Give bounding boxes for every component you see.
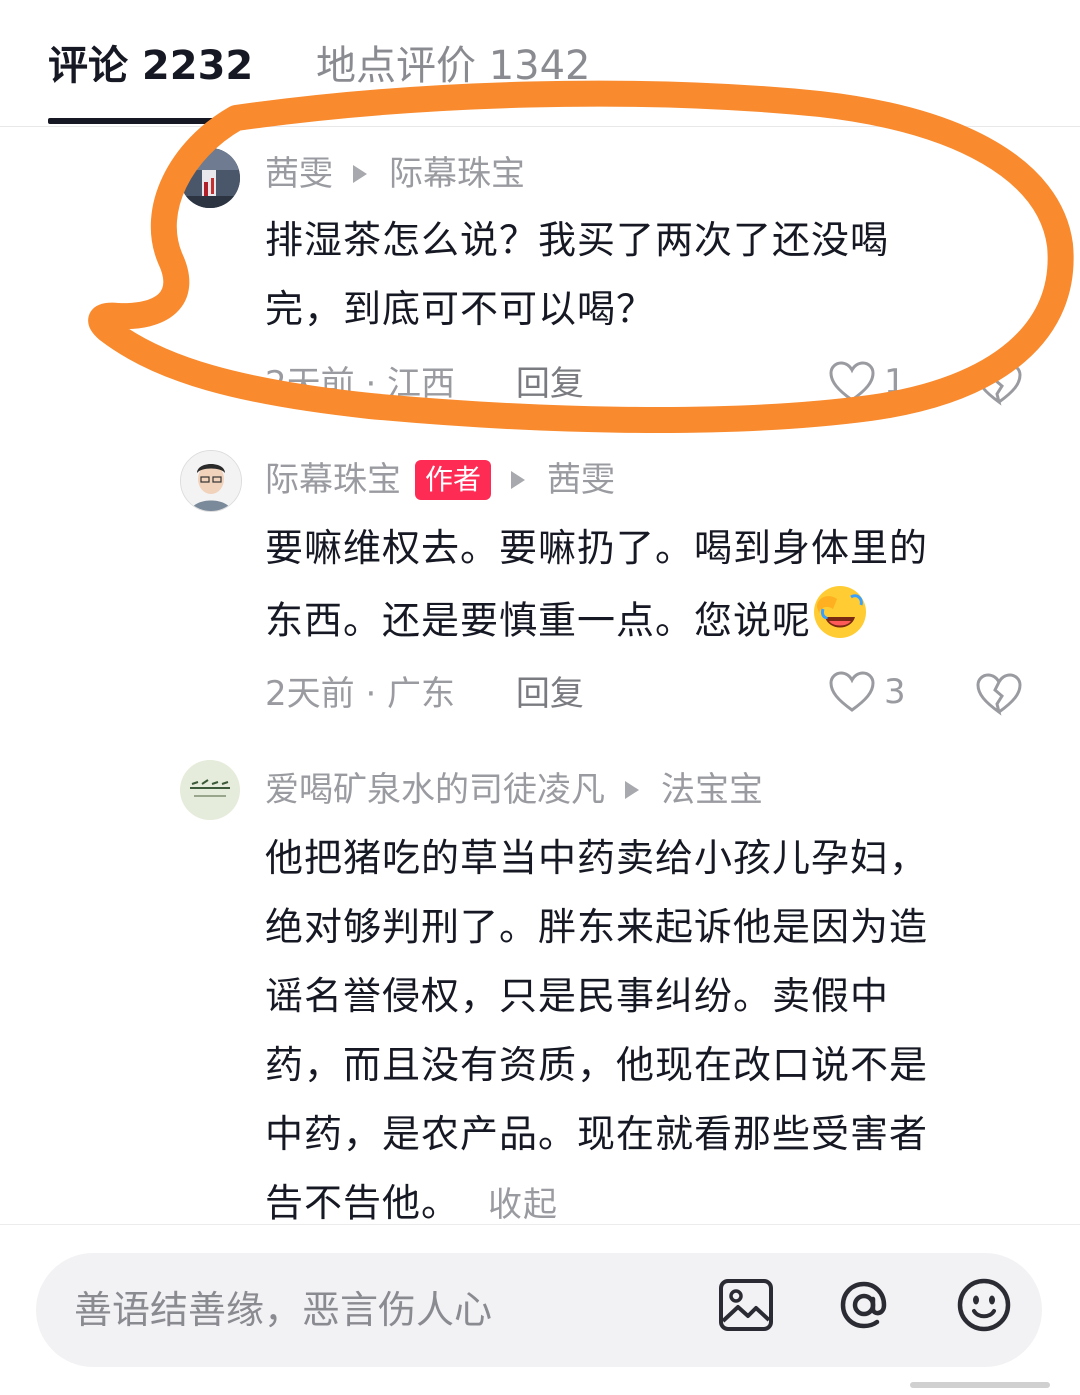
image-button[interactable] [716,1275,776,1339]
image-icon [719,1279,773,1331]
avatar-image [180,148,240,208]
comment-text: 要嘛维权去。要嘛扔了。喝到身体里的 东西。还是要慎重一点。您说呢 [265,514,1045,663]
broken-heart-icon [976,363,1022,406]
comment-line: 绝对够判刑了。胖东来起诉他是因为造 [265,905,929,949]
username[interactable]: 茜雯 [265,152,333,196]
comment-line: 完，到底可不可以喝？ [265,287,656,331]
comment-line-with-emoji: 东西。还是要慎重一点。您说呢 [265,583,1045,663]
time-location: 2天前 · 广东 [265,674,456,714]
reply-button[interactable]: 回复 [516,364,584,404]
emoji-button[interactable] [954,1275,1014,1339]
comment-text: 他把猪吃的草当中药卖给小孩儿孕妇， 绝对够判刑了。胖东来起诉他是因为造 谣名誉侵… [265,824,1045,1240]
author-badge: 作者 [415,460,492,500]
comment-header: 茜雯 际幕珠宝 [265,152,525,196]
comment-meta: 2天前 · 江西 回复 [265,362,584,406]
comment-line: 排湿茶怎么说？我买了两次了还没喝 [265,218,890,262]
username[interactable]: 爱喝矿泉水的司徒凌凡 [265,768,605,812]
reply-to-username[interactable]: 法宝宝 [661,768,763,812]
like-button[interactable]: 3 [828,670,906,714]
comment-line: 谣名誉侵权，只是民事纠纷。卖假中 [265,974,890,1018]
comment-line: 东西。还是要慎重一点。您说呢 [265,598,812,643]
heart-icon [829,361,875,402]
reply-arrow-icon [625,781,639,799]
active-tab-indicator [48,118,238,124]
avatar[interactable] [180,760,240,820]
at-icon [840,1281,887,1329]
like-button[interactable]: 1 [828,360,906,404]
collapse-button[interactable]: 收起 [488,1185,558,1225]
reply-to-username[interactable]: 际幕珠宝 [389,152,525,196]
avatar[interactable] [180,148,240,208]
like-count: 3 [884,672,906,712]
comment-line: 药，而且没有资质，他现在改口说不是 [265,1043,929,1087]
reply-button[interactable]: 回复 [516,674,584,714]
comment-line: 他把猪吃的草当中药卖给小孩儿孕妇， [265,836,929,880]
tab-location-reviews[interactable]: 地点评价 1342 [316,38,591,94]
tab-bar: 评论 2232 地点评价 1342 [0,0,1080,127]
avatar-image [181,451,241,511]
comment-meta: 2天前 · 广东 回复 [265,672,584,716]
comment-input-bar: 善语结善缘，恶言伤人心 [0,1224,1080,1395]
reply-arrow-icon [511,471,526,489]
dislike-button[interactable] [975,362,1023,410]
heart-icon [829,671,875,712]
time-location: 2天前 · 江西 [265,364,456,404]
broken-heart-icon [976,673,1022,716]
reply-arrow-icon [353,165,367,183]
username[interactable]: 际幕珠宝 [265,458,401,502]
comment-line: 告不告他。 [265,1181,461,1225]
input-placeholder: 善语结善缘，恶言伤人心 [74,1288,493,1332]
mention-button[interactable] [834,1275,894,1339]
emoji-icon [957,1278,1011,1332]
avatar-image [180,760,240,820]
like-count: 1 [884,362,906,402]
home-indicator [910,1382,1050,1388]
comment-input[interactable]: 善语结善缘，恶言伤人心 [36,1253,1042,1367]
comment-header: 际幕珠宝 作者 茜雯 [265,458,615,502]
comment-header: 爱喝矿泉水的司徒凌凡 法宝宝 [265,768,763,812]
facepalm-laugh-emoji-icon [811,583,869,663]
tab-comments[interactable]: 评论 2232 [48,38,253,94]
reply-to-username[interactable]: 茜雯 [547,458,615,502]
comment-text: 排湿茶怎么说？我买了两次了还没喝 完，到底可不可以喝？ [265,206,1045,344]
avatar[interactable] [180,450,242,512]
comment-line: 中药，是农产品。现在就看那些受害者 [265,1112,929,1156]
dislike-button[interactable] [975,672,1023,720]
comment-line: 要嘛维权去。要嘛扔了。喝到身体里的 [265,526,929,570]
